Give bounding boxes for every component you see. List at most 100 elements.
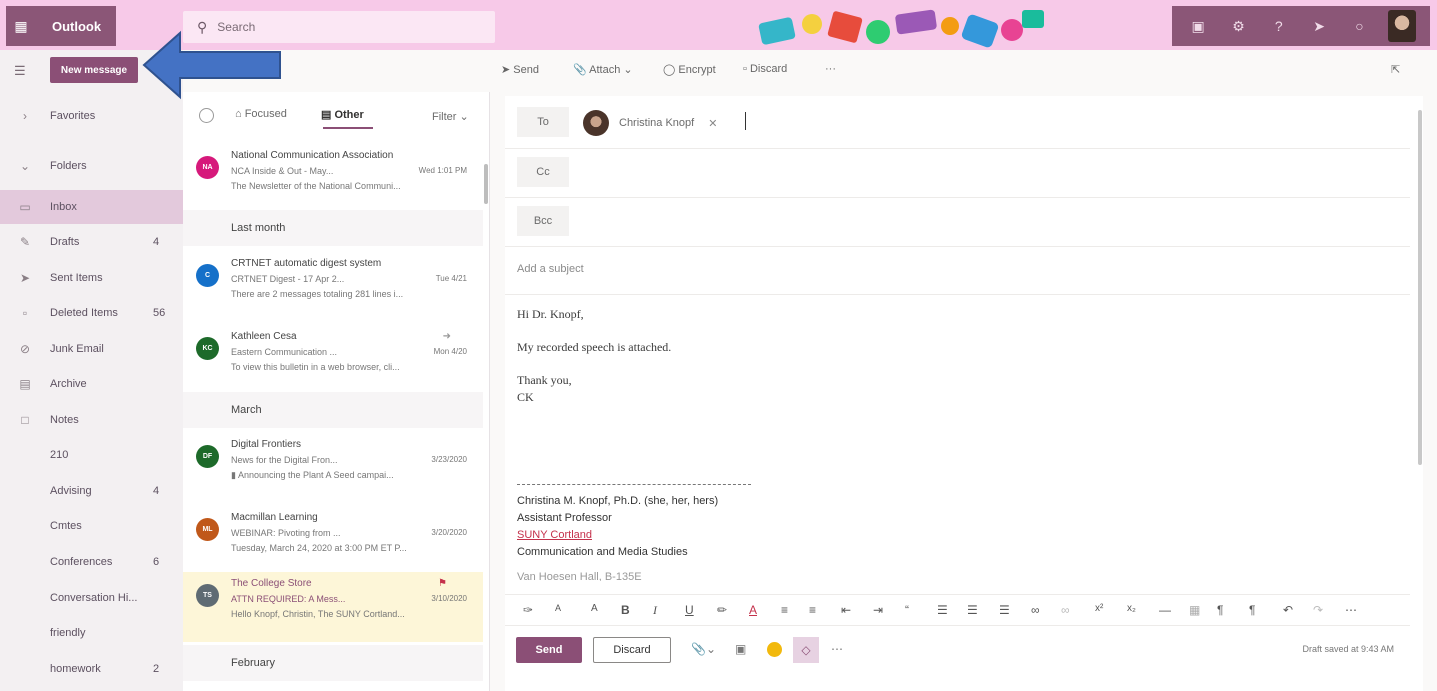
nav-folder-conferences[interactable]: Conferences 6 [0, 545, 183, 579]
loop-icon[interactable]: ◇ [793, 637, 819, 663]
hamburger-menu-icon[interactable]: ☰ [14, 63, 26, 79]
align-center-icon[interactable]: ☰ [967, 603, 978, 617]
quote-icon[interactable]: “ [905, 603, 909, 617]
formatting-toolbar: ✑ A A B I U ✏ A ≡ ≡ ⇤ ⇥ “ ☰ ☰ ☰ ∞ ∞ x² x… [505, 594, 1410, 626]
subject-input[interactable]: Add a subject [517, 263, 584, 275]
compose-toolbar: ➤ Send 📎 Attach ⌄ ◯ Encrypt ▫ Discard ··… [495, 50, 1437, 92]
tab-other[interactable]: ▤ Other [321, 108, 364, 121]
sender-name: National Communication Association [231, 150, 394, 161]
theme-banner-image [758, 9, 1044, 48]
nav-folder-210[interactable]: 210 [0, 438, 183, 472]
cc-button[interactable]: Cc [517, 157, 569, 187]
gear-icon[interactable]: ⚙ [1226, 18, 1250, 35]
subscript-icon[interactable]: x₂ [1127, 603, 1136, 614]
nav-drafts[interactable]: ✎ Drafts 4 [0, 225, 183, 259]
nav-favorites[interactable]: › Favorites [0, 99, 183, 133]
list-scrollbar[interactable] [484, 164, 488, 204]
folder-pane: ☰ New message › Favorites ⌄ Folders ▭ In… [0, 50, 183, 691]
paperclip-icon[interactable]: 📎⌄ [691, 642, 716, 656]
send-button[interactable]: Send [516, 637, 582, 663]
toolbar-attach-button[interactable]: 📎 Attach ⌄ [573, 63, 633, 76]
help-icon[interactable]: ? [1267, 18, 1291, 34]
select-all-checkbox[interactable] [199, 108, 214, 123]
nav-inbox[interactable]: ▭ Inbox [0, 190, 183, 224]
nav-notes[interactable]: □ Notes [0, 403, 183, 437]
junk-icon: ⊘ [19, 342, 31, 356]
strikethrough-icon[interactable]: — [1159, 603, 1171, 617]
list-item[interactable]: DF Digital Frontiers News for the Digita… [183, 433, 483, 497]
app-launcher-icon[interactable]: ▦ [6, 6, 36, 46]
bcc-button[interactable]: Bcc [517, 206, 569, 236]
nav-folder-friendly[interactable]: friendly [0, 616, 183, 650]
new-message-button[interactable]: New message [50, 57, 138, 83]
list-item[interactable]: NA National Communication Association NC… [183, 144, 483, 208]
redo-icon[interactable]: ↷ [1313, 603, 1323, 617]
megaphone-icon[interactable]: ➤ [1307, 18, 1331, 35]
sender-name: Kathleen Cesa [231, 331, 297, 342]
numbering-icon[interactable]: ≡ [809, 603, 816, 617]
unlink-icon[interactable]: ∞ [1061, 603, 1070, 617]
bold-icon[interactable]: B [621, 603, 630, 617]
app-title[interactable]: Outlook [36, 6, 116, 46]
sender-avatar: KC [196, 337, 219, 360]
more-options-icon[interactable]: ⋯ [831, 642, 843, 656]
tab-focused[interactable]: ⌂ Focused [235, 108, 287, 120]
toolbar-discard-button[interactable]: ▫ Discard [743, 63, 787, 75]
italic-icon[interactable]: I [653, 603, 657, 618]
profile-avatar[interactable] [1387, 10, 1416, 42]
toolbar-more-button[interactable]: ··· [825, 63, 836, 75]
bullets-icon[interactable]: ≡ [781, 603, 788, 617]
filter-button[interactable]: Filter ⌄ [432, 110, 469, 123]
link-icon[interactable]: ∞ [1031, 603, 1040, 617]
nav-folder-advising[interactable]: Advising 4 [0, 474, 183, 508]
ltr-icon[interactable]: ¶ [1217, 603, 1223, 617]
align-right-icon[interactable]: ☰ [999, 603, 1010, 617]
recipient-chip[interactable]: Christina Knopf ✕ [583, 110, 717, 136]
undo-icon[interactable]: ↶ [1283, 603, 1293, 617]
format-painter-icon[interactable]: ✑ [523, 603, 533, 617]
align-left-icon[interactable]: ☰ [937, 603, 948, 617]
superscript-icon[interactable]: x² [1095, 603, 1103, 614]
nav-folder-cmtes[interactable]: Cmtes [0, 509, 183, 543]
rtl-icon[interactable]: ¶ [1249, 603, 1255, 617]
sig-school: SUNY Cortland [517, 529, 592, 541]
list-item[interactable]: KC Kathleen Cesa ➜ Eastern Communication… [183, 325, 483, 389]
to-button[interactable]: To [517, 107, 569, 137]
nav-folders[interactable]: ⌄ Folders [0, 149, 183, 183]
teams-icon[interactable]: ▣ [1186, 18, 1210, 35]
nav-folder-homework[interactable]: homework 2 [0, 652, 183, 686]
list-item[interactable]: C CRTNET automatic digest system CRTNET … [183, 252, 483, 316]
increase-indent-icon[interactable]: ⇥ [873, 603, 883, 617]
bell-icon[interactable]: ○ [1347, 18, 1371, 34]
highlight-icon[interactable]: ✏ [717, 603, 727, 617]
sender-avatar: NA [196, 156, 219, 179]
nav-folder-conversation-history[interactable]: Conversation Hi... [0, 581, 183, 615]
nav-deleted-items[interactable]: ▫ Deleted Items 56 [0, 296, 183, 330]
message-body[interactable]: Hi Dr. Knopf, My recorded speech is atta… [517, 306, 671, 406]
table-icon[interactable]: ▦ [1189, 603, 1200, 617]
discard-button[interactable]: Discard [593, 637, 671, 663]
list-item[interactable]: ML Macmillan Learning WEBINAR: Pivoting … [183, 506, 483, 570]
message-preview: Hello Knopf, Christin, The SUNY Cortland… [231, 609, 405, 619]
font-size-icon[interactable]: A [555, 603, 561, 613]
image-icon[interactable]: ▣ [735, 642, 746, 656]
decrease-indent-icon[interactable]: ⇤ [841, 603, 851, 617]
nav-archive[interactable]: ▤ Archive [0, 367, 183, 401]
nav-junk-email[interactable]: ⊘ Junk Email [0, 332, 183, 366]
grow-font-icon[interactable]: A [591, 603, 598, 614]
underline-icon[interactable]: U [685, 603, 694, 617]
close-icon[interactable]: ✕ [708, 117, 717, 130]
nav-sent-items[interactable]: ➤ Sent Items [0, 261, 183, 295]
inbox-icon: ▭ [19, 200, 31, 214]
toolbar-encrypt-button[interactable]: ◯ Encrypt [663, 63, 716, 76]
list-item[interactable]: TS The College Store ⚑ ATTN REQUIRED: A … [183, 572, 483, 642]
popout-icon[interactable]: ⇱ [1391, 63, 1400, 76]
font-color-icon[interactable]: A [749, 603, 757, 617]
emoji-icon[interactable] [767, 642, 782, 657]
flag-icon[interactable]: ⚑ [438, 578, 447, 589]
toolbar-send-button[interactable]: ➤ Send [501, 63, 539, 76]
compose-scrollbar[interactable] [1418, 110, 1422, 465]
more-formatting-icon[interactable]: ⋯ [1345, 603, 1357, 617]
annotation-arrow [142, 30, 281, 100]
message-list: ⌂ Focused ▤ Other Filter ⌄ NA National C… [183, 92, 490, 691]
